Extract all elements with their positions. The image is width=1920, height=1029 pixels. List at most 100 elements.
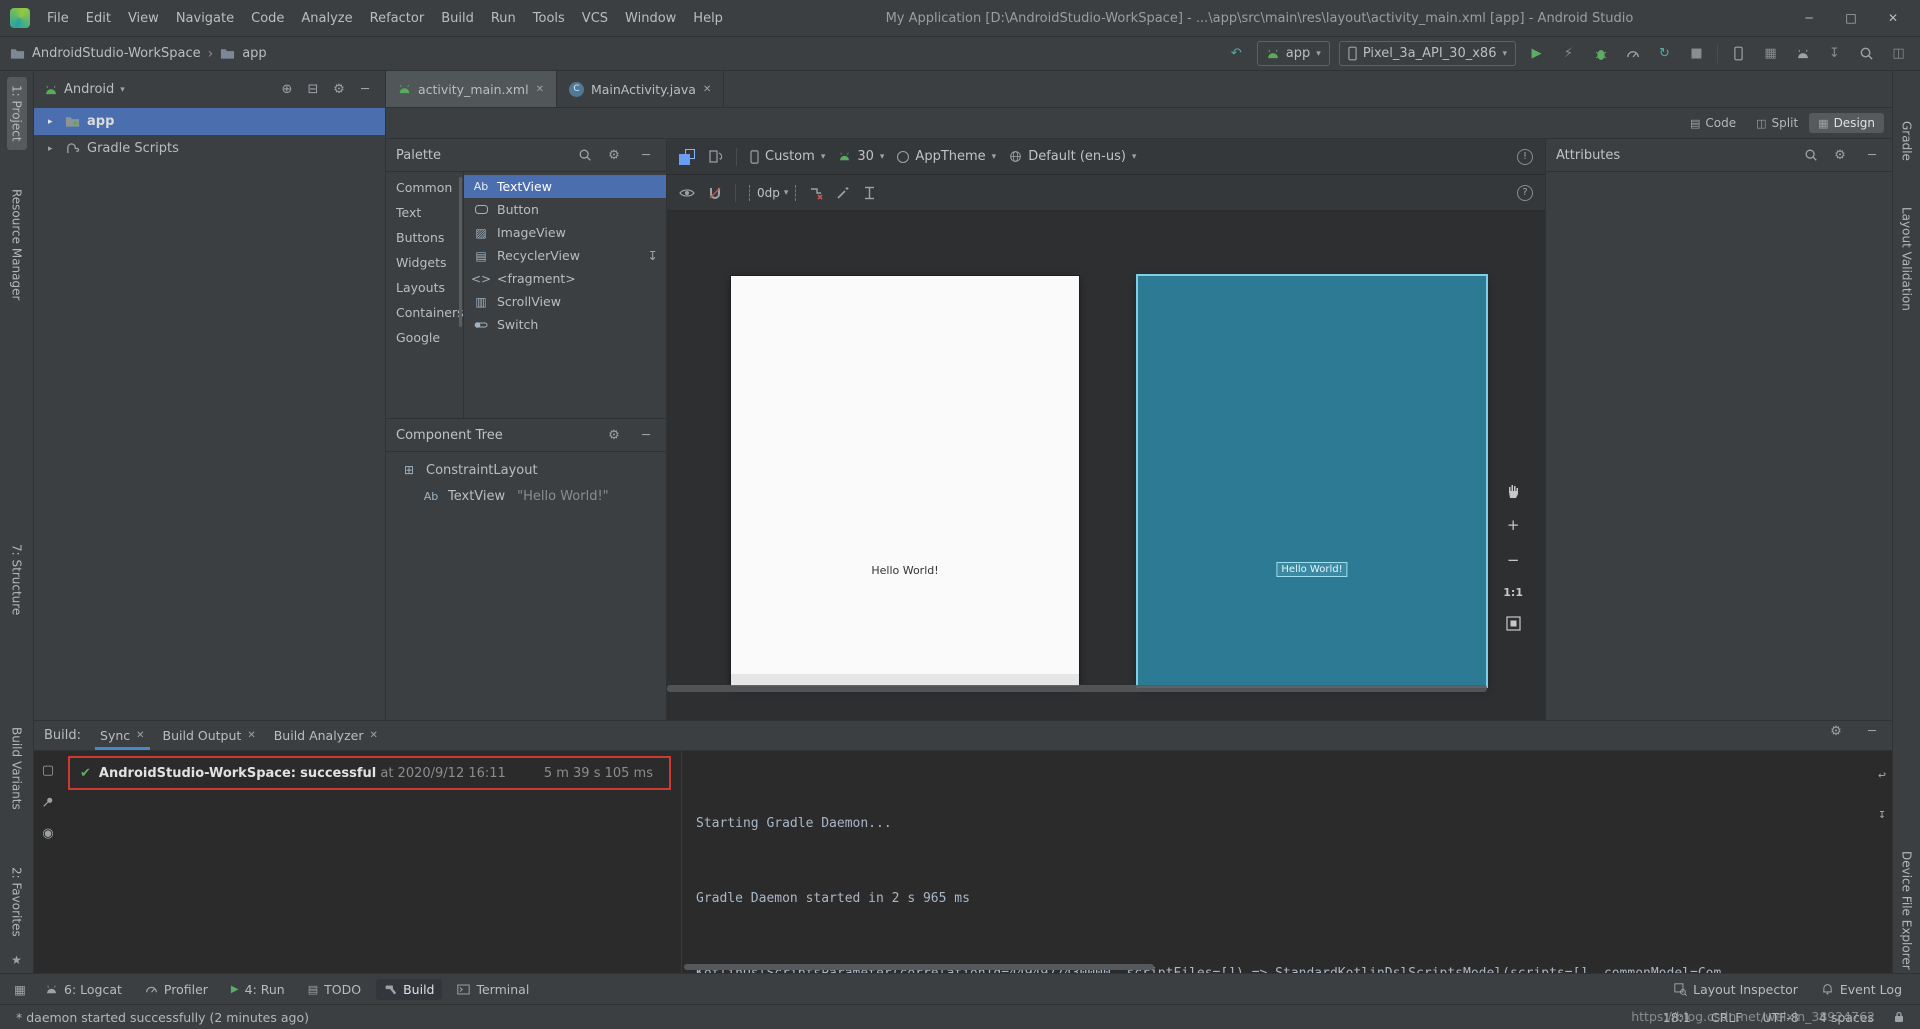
build-tab-build-output[interactable]: Build Output ✕ (154, 721, 265, 750)
tab-activity-main-xml[interactable]: activity_main.xml ✕ (386, 71, 557, 107)
build-console[interactable]: Starting Gradle Daemon... Gradle Daemon … (682, 751, 1892, 973)
pin-icon[interactable] (42, 796, 54, 808)
hide-panel-icon[interactable]: ─ (355, 80, 375, 100)
stripe-project[interactable]: 1: Project (7, 77, 27, 150)
maximize-button[interactable]: □ (1830, 7, 1872, 29)
view-options-eye-icon[interactable] (679, 187, 695, 199)
menu-navigate[interactable]: Navigate (168, 7, 242, 30)
console-horizontal-scrollbar[interactable] (684, 964, 1154, 970)
tree-item-constraintlayout[interactable]: ⊞ ConstraintLayout (386, 457, 666, 483)
tree-item-textview[interactable]: Ab TextView "Hello World!" (386, 483, 666, 509)
menu-tools[interactable]: Tools (525, 7, 573, 30)
close-tab-icon[interactable]: ✕ (136, 730, 144, 741)
close-tab-icon[interactable]: ✕ (247, 730, 255, 741)
build-tab-build-analyzer[interactable]: Build Analyzer ✕ (265, 721, 387, 750)
line-separator[interactable]: CRLF (1711, 1010, 1743, 1025)
blueprint-hello-world-text[interactable]: Hello World! (1276, 562, 1347, 577)
menu-help[interactable]: Help (685, 7, 731, 30)
toolwindow-profiler[interactable]: Profiler (137, 979, 216, 1000)
sync-project-icon[interactable]: ↶ (1225, 42, 1248, 65)
layout-inspector-toolbar-icon[interactable]: ▦ (1759, 42, 1782, 65)
run-button[interactable]: ▶ (1525, 42, 1548, 65)
breadcrumb-root[interactable]: AndroidStudio-WorkSpace (32, 46, 201, 61)
palette-item-button[interactable]: Button (464, 198, 666, 221)
filter-icon[interactable]: ▢ (42, 763, 54, 778)
blueprint-preview[interactable]: Hello World! (1138, 276, 1486, 686)
preview-hello-world-text[interactable]: Hello World! (871, 564, 938, 577)
infer-constraints-wand-icon[interactable] (836, 186, 850, 200)
orientation-icon[interactable] (708, 149, 723, 164)
expand-arrow-icon[interactable]: ▸ (48, 117, 58, 127)
close-button[interactable]: ✕ (1872, 7, 1914, 29)
locate-file-icon[interactable]: ⊕ (277, 80, 297, 100)
run-configuration-select[interactable]: app ▾ (1257, 41, 1330, 66)
locale-select[interactable]: Default (en-us) ▾ (1009, 149, 1136, 164)
file-encoding[interactable]: UTF-8 (1762, 1010, 1798, 1025)
project-item-app[interactable]: ▸ app (34, 108, 385, 135)
profiler-button[interactable] (1621, 42, 1644, 65)
device-file-explorer-icon[interactable] (1727, 42, 1750, 65)
category-common[interactable]: Common (386, 175, 463, 200)
menu-view[interactable]: View (120, 7, 167, 30)
category-containers[interactable]: Containers (386, 300, 463, 325)
design-preview[interactable]: Hello World! (731, 276, 1079, 686)
build-result-row[interactable]: AndroidStudio-WorkSpace: successful at 2… (99, 766, 506, 781)
pack-align-icon[interactable] (863, 186, 876, 200)
sync-gradle-icon[interactable]: ↻ (1653, 42, 1676, 65)
build-tab-sync[interactable]: Sync ✕ (91, 721, 154, 750)
menu-file[interactable]: File (39, 7, 77, 30)
scroll-to-end-icon[interactable]: ↧ (1878, 802, 1886, 827)
scrollbar[interactable] (459, 177, 462, 327)
toolwindow-todo[interactable]: ▤ TODO (300, 979, 369, 1000)
palette-item-imageview[interactable]: ▨ ImageView (464, 221, 666, 244)
lock-icon[interactable] (1894, 1011, 1904, 1023)
menu-code[interactable]: Code (243, 7, 292, 30)
toolwindow-build[interactable]: Build (376, 979, 442, 1000)
project-view-select[interactable]: Android (64, 82, 114, 97)
palette-item-recyclerview[interactable]: ▤ RecyclerView ↧ (464, 244, 666, 267)
tab-mainactivity-java[interactable]: C MainActivity.java ✕ (557, 71, 724, 107)
toolwindow-run[interactable]: ▶ 4: Run (223, 979, 293, 1000)
category-buttons[interactable]: Buttons (386, 225, 463, 250)
toolwindow-event-log[interactable]: Event Log (1813, 979, 1910, 1000)
category-google[interactable]: Google (386, 325, 463, 350)
sdk-manager-icon[interactable]: ↧ (1823, 42, 1846, 65)
stripe-favorites[interactable]: 2: Favorites (7, 859, 27, 945)
settings-icon[interactable]: ⚙ (604, 425, 624, 445)
zoom-actual-button[interactable]: 1:1 (1503, 586, 1523, 599)
mode-split-button[interactable]: ◫ Split (1747, 113, 1807, 133)
hide-panel-icon[interactable]: ─ (1862, 145, 1882, 165)
close-tab-icon[interactable]: ✕ (369, 730, 377, 741)
api-version-select[interactable]: 30 ▾ (838, 149, 884, 164)
collapse-all-icon[interactable]: ⊟ (303, 80, 323, 100)
help-icon[interactable]: ? (1517, 185, 1533, 201)
device-for-preview-select[interactable]: Custom ▾ (750, 149, 825, 164)
minimize-button[interactable]: ─ (1788, 7, 1830, 29)
palette-item-scrollview[interactable]: ▥ ScrollView (464, 290, 666, 313)
stripe-device-file-explorer[interactable]: Device File Explorer (1897, 843, 1917, 978)
avd-manager-icon[interactable] (1791, 42, 1814, 65)
soft-wrap-icon[interactable]: ↩ (1878, 763, 1886, 788)
close-tab-icon[interactable]: ✕ (703, 84, 711, 95)
zoom-out-button[interactable]: − (1507, 551, 1520, 569)
zoom-fit-button[interactable] (1506, 616, 1521, 631)
breadcrumb-current[interactable]: app (242, 46, 266, 61)
settings-icon[interactable]: ⚙ (1830, 145, 1850, 165)
toolwindow-layout-inspector[interactable]: Layout Inspector (1666, 979, 1806, 1000)
hide-panel-icon[interactable]: ─ (1862, 721, 1882, 741)
clear-constraints-icon[interactable] (809, 186, 823, 200)
zoom-in-button[interactable]: + (1507, 516, 1520, 534)
search-icon[interactable] (578, 148, 592, 162)
stripe-layout-validation[interactable]: Layout Validation (1897, 199, 1917, 319)
palette-item-textview[interactable]: Ab TextView (464, 175, 666, 198)
category-layouts[interactable]: Layouts (386, 275, 463, 300)
palette-item-switch[interactable]: Switch (464, 313, 666, 336)
toolwindow-logcat[interactable]: 6: Logcat (37, 979, 130, 1000)
device-select[interactable]: Pixel_3a_API_30_x86 ▾ (1339, 41, 1516, 66)
search-icon[interactable] (1804, 148, 1818, 162)
stripe-resource-manager[interactable]: Resource Manager (7, 181, 27, 308)
stop-button[interactable]: ■ (1685, 42, 1708, 65)
menu-edit[interactable]: Edit (78, 7, 119, 30)
design-surface-select-icon[interactable] (679, 149, 695, 165)
menu-build[interactable]: Build (433, 7, 482, 30)
